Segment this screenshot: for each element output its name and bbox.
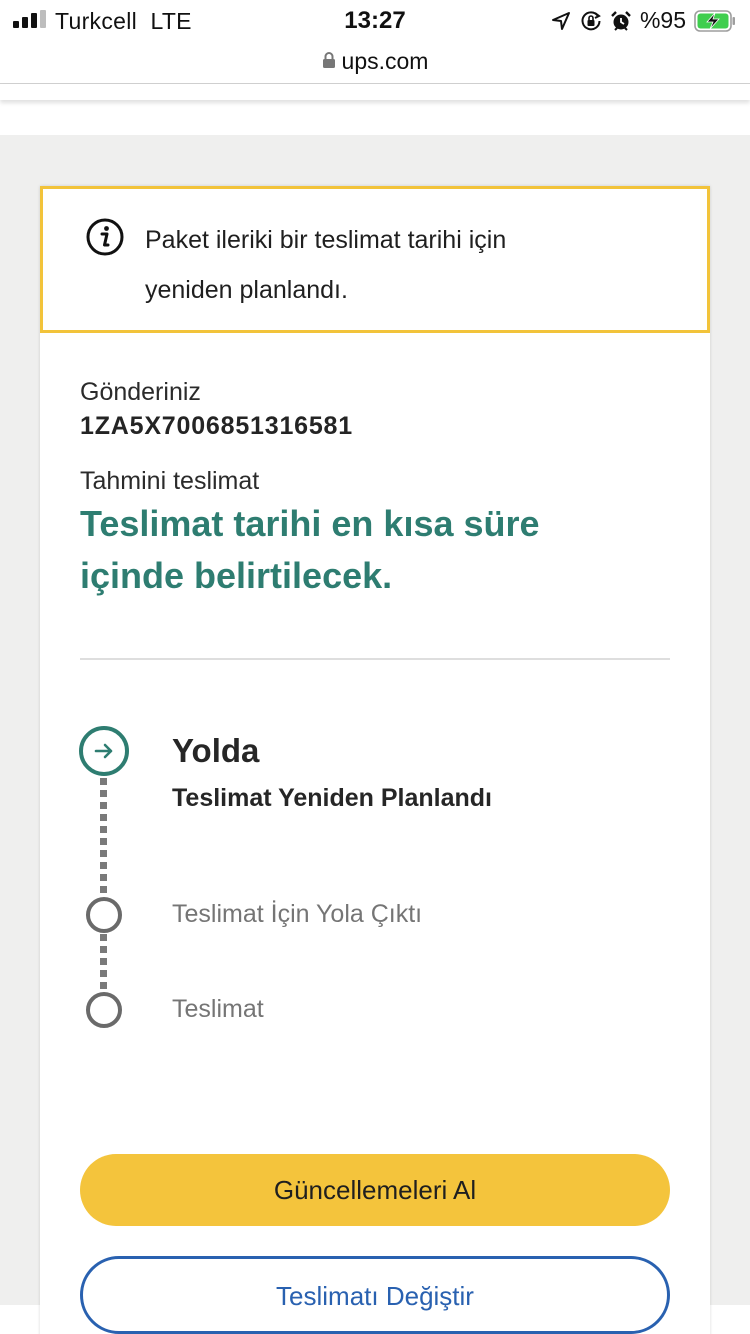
status-icons: %95: [550, 7, 736, 34]
battery-percentage: %95: [639, 7, 686, 33]
page-header-edge: [0, 84, 750, 100]
timeline-step-out-for-delivery: [86, 897, 122, 933]
current-status-title: Yolda: [172, 732, 260, 769]
estimated-delivery-label: Tahmini teslimat: [80, 467, 260, 495]
url-text: ups.com: [341, 48, 429, 74]
address-bar[interactable]: ups.com: [0, 40, 750, 84]
info-icon: [86, 218, 124, 256]
timeline-connector: [100, 778, 107, 896]
timeline-step-delivered: [86, 992, 122, 1028]
step-label-delivered: Teslimat: [172, 995, 264, 1023]
rotation-lock-icon: [581, 10, 601, 30]
location-arrow-icon: [551, 11, 570, 30]
arrow-right-icon: [94, 743, 113, 759]
tracking-card: Paket ileriki bir teslimat tarihi için y…: [40, 186, 710, 1334]
lock-icon: [322, 51, 335, 68]
shipment-label: Gönderiniz: [80, 378, 201, 406]
get-updates-button[interactable]: Güncellemeleri Al: [80, 1154, 670, 1226]
estimated-delivery-value: Teslimat tarihi en kısa süre içinde beli…: [80, 503, 540, 596]
tracking-number: 1ZA5X7006851316581: [80, 412, 353, 440]
step-label-out-for-delivery: Teslimat İçin Yola Çıktı: [172, 900, 423, 928]
change-delivery-button[interactable]: Teslimatı Değiştir: [80, 1256, 670, 1334]
reschedule-alert: Paket ileriki bir teslimat tarihi için y…: [40, 186, 710, 333]
timeline-current-step: [79, 726, 129, 776]
current-status-detail: Teslimat Yeniden Planlandı: [172, 784, 493, 812]
timeline-connector: [100, 934, 107, 990]
alarm-icon: [611, 10, 631, 31]
battery-charging-icon: [694, 9, 735, 32]
alert-message: Paket ileriki bir teslimat tarihi için y…: [145, 226, 507, 304]
status-bar: Turkcell LTE 13:27 %95: [0, 0, 750, 40]
divider: [80, 658, 670, 660]
